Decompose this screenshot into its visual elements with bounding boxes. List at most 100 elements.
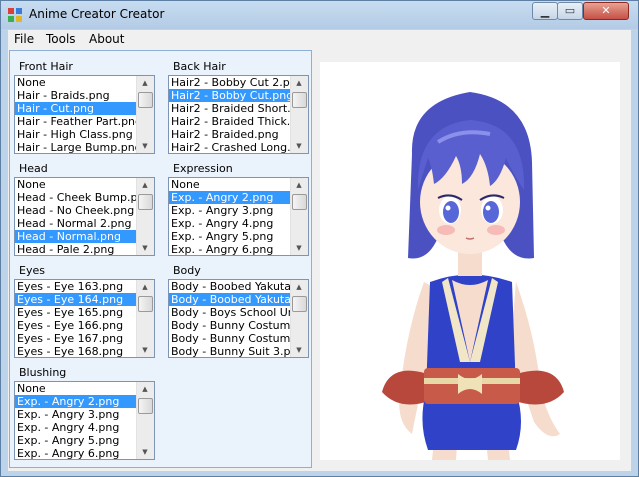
list-item[interactable]: None — [15, 178, 138, 191]
list-item[interactable]: Head - No Cheek.png — [15, 204, 138, 217]
list-item[interactable]: Body - Bunny Costume 2.p — [169, 319, 292, 332]
scrollbar[interactable]: ▲ ▼ — [136, 280, 154, 357]
list-item-selected[interactable]: Head - Normal.png — [15, 230, 138, 243]
scrollbar[interactable]: ▲ ▼ — [136, 76, 154, 153]
menu-file[interactable]: File — [14, 32, 34, 46]
scroll-thumb[interactable] — [292, 194, 307, 210]
menu-tools[interactable]: Tools — [46, 32, 76, 46]
scroll-down-icon[interactable]: ▼ — [291, 241, 307, 255]
maximize-button[interactable]: ▭ — [557, 2, 583, 20]
scroll-thumb[interactable] — [138, 92, 153, 108]
scroll-thumb[interactable] — [138, 296, 153, 312]
anime-character-image — [382, 92, 564, 460]
list-item-selected[interactable]: Hair2 - Bobby Cut.png — [169, 89, 292, 102]
window-title: Anime Creator Creator — [29, 7, 165, 21]
scroll-up-icon[interactable]: ▲ — [137, 280, 153, 294]
list-item[interactable]: Exp. - Angry 4.png — [15, 421, 138, 434]
list-item[interactable]: Hair2 - Bobby Cut 2.png — [169, 76, 292, 89]
list-item[interactable]: Exp. - Angry 5.png — [169, 230, 292, 243]
list-item[interactable]: None — [15, 382, 138, 395]
scrollbar[interactable]: ▲ ▼ — [136, 178, 154, 255]
scrollbar[interactable]: ▲ ▼ — [136, 382, 154, 459]
maximize-icon: ▭ — [564, 4, 576, 17]
close-icon: ✕ — [601, 4, 611, 17]
minimize-button[interactable]: ▁ — [532, 2, 558, 20]
scroll-down-icon[interactable]: ▼ — [291, 343, 307, 357]
blushing-list[interactable]: None Exp. - Angry 2.png Exp. - Angry 3.p… — [14, 381, 155, 460]
list-item[interactable]: Hair2 - Braided.png — [169, 128, 292, 141]
menu-about[interactable]: About — [89, 32, 124, 46]
scroll-down-icon[interactable]: ▼ — [137, 139, 153, 153]
list-item[interactable]: Eyes - Eye 168.png — [15, 345, 138, 357]
list-item[interactable]: Hair - Large Bump.png — [15, 141, 138, 153]
list-item[interactable]: Eyes - Eye 163.png — [15, 280, 138, 293]
front-hair-list[interactable]: None Hair - Braids.png Hair - Cut.png Ha… — [14, 75, 155, 154]
list-item[interactable]: None — [15, 76, 138, 89]
eyes-list[interactable]: Eyes - Eye 163.png Eyes - Eye 164.png Ey… — [14, 279, 155, 358]
list-item-selected[interactable]: Body - Boobed Yakuta.pn — [169, 293, 292, 306]
list-item[interactable]: Hair - Feather Part.png — [15, 115, 138, 128]
minimize-icon: ▁ — [540, 5, 550, 18]
list-item-selected[interactable]: Exp. - Angry 2.png — [15, 395, 138, 408]
back-hair-label: Back Hair — [173, 60, 226, 73]
app-icon — [8, 8, 22, 22]
client-area: Front Hair None Hair - Braids.png Hair -… — [8, 49, 631, 471]
back-hair-list[interactable]: Hair2 - Bobby Cut 2.png Hair2 - Bobby Cu… — [168, 75, 309, 154]
scrollbar[interactable]: ▲ ▼ — [290, 76, 308, 153]
list-item[interactable]: Exp. - Angry 6.png — [169, 243, 292, 255]
list-item[interactable]: Eyes - Eye 165.png — [15, 306, 138, 319]
scroll-thumb[interactable] — [138, 194, 153, 210]
expression-list[interactable]: None Exp. - Angry 2.png Exp. - Angry 3.p… — [168, 177, 309, 256]
list-item[interactable]: Exp. - Angry 5.png — [15, 434, 138, 447]
list-item[interactable]: Exp. - Angry 3.png — [169, 204, 292, 217]
list-item[interactable]: Head - Normal 2.png — [15, 217, 138, 230]
list-item[interactable]: None — [169, 178, 292, 191]
list-item[interactable]: Hair - Braids.png — [15, 89, 138, 102]
list-item[interactable]: Eyes - Eye 166.png — [15, 319, 138, 332]
body-label: Body — [173, 264, 201, 277]
body-list[interactable]: Body - Boobed Yakuta 2.p Body - Boobed Y… — [168, 279, 309, 358]
list-item[interactable]: Exp. - Angry 3.png — [15, 408, 138, 421]
scroll-up-icon[interactable]: ▲ — [291, 178, 307, 192]
expression-label: Expression — [173, 162, 233, 175]
scroll-up-icon[interactable]: ▲ — [137, 178, 153, 192]
options-panel: Front Hair None Hair - Braids.png Hair -… — [9, 50, 312, 468]
list-item-selected[interactable]: Eyes - Eye 164.png — [15, 293, 138, 306]
head-label: Head — [19, 162, 48, 175]
scroll-down-icon[interactable]: ▼ — [137, 343, 153, 357]
scroll-thumb[interactable] — [292, 92, 307, 108]
list-item[interactable]: Hair2 - Braided Short.png — [169, 102, 292, 115]
scroll-thumb[interactable] — [138, 398, 153, 414]
scroll-down-icon[interactable]: ▼ — [291, 139, 307, 153]
list-item[interactable]: Hair2 - Braided Thick.png — [169, 115, 292, 128]
list-item[interactable]: Body - Boobed Yakuta 2.p — [169, 280, 292, 293]
head-list[interactable]: None Head - Cheek Bump.png Head - No Che… — [14, 177, 155, 256]
list-item-selected[interactable]: Hair - Cut.png — [15, 102, 138, 115]
list-item[interactable]: Head - Pale 2.png — [15, 243, 138, 255]
character-preview — [320, 62, 620, 460]
scroll-thumb[interactable] — [292, 296, 307, 312]
list-item[interactable]: Body - Bunny Costume.pn — [169, 332, 292, 345]
list-item-selected[interactable]: Exp. - Angry 2.png — [169, 191, 292, 204]
scroll-up-icon[interactable]: ▲ — [137, 76, 153, 90]
title-bar[interactable]: Anime Creator Creator ▁ ▭ ✕ — [1, 1, 638, 29]
list-item[interactable]: Body - Bunny Suit 3.png — [169, 345, 292, 357]
scroll-down-icon[interactable]: ▼ — [137, 445, 153, 459]
list-item[interactable]: Hair2 - Crashed Long.png — [169, 141, 292, 153]
scroll-down-icon[interactable]: ▼ — [137, 241, 153, 255]
list-item[interactable]: Exp. - Angry 6.png — [15, 447, 138, 459]
front-hair-label: Front Hair — [19, 60, 73, 73]
app-window: Anime Creator Creator ▁ ▭ ✕ File Tools A… — [0, 0, 639, 477]
scroll-up-icon[interactable]: ▲ — [291, 280, 307, 294]
scroll-up-icon[interactable]: ▲ — [137, 382, 153, 396]
list-item[interactable]: Body - Boys School Unifor — [169, 306, 292, 319]
list-item[interactable]: Head - Cheek Bump.png — [15, 191, 138, 204]
menu-bar: File Tools About — [8, 30, 631, 49]
scrollbar[interactable]: ▲ ▼ — [290, 178, 308, 255]
list-item[interactable]: Hair - High Class.png — [15, 128, 138, 141]
list-item[interactable]: Exp. - Angry 4.png — [169, 217, 292, 230]
close-button[interactable]: ✕ — [583, 2, 629, 20]
scroll-up-icon[interactable]: ▲ — [291, 76, 307, 90]
scrollbar[interactable]: ▲ ▼ — [290, 280, 308, 357]
list-item[interactable]: Eyes - Eye 167.png — [15, 332, 138, 345]
